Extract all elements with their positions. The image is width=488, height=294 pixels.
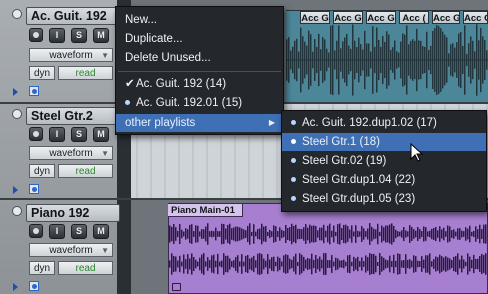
playlist-label: Ac. Guit. 192.dup1.02 (17) [302, 117, 437, 129]
clip-label[interactable]: Acc G [300, 11, 330, 24]
playlist-label: Steel Gtr.dup1.04 (22) [302, 174, 416, 186]
submenu-item-playlist[interactable]: Steel Gtr.dup1.04 (22) [282, 171, 486, 189]
other-playlists-submenu: Ac. Guit. 192.dup1.02 (17) Steel Gtr.1 (… [281, 110, 487, 212]
track-color-icon[interactable] [29, 281, 39, 291]
expand-arrow-icon[interactable] [13, 186, 18, 194]
piano-waveform [169, 223, 487, 275]
check-icon: ✔ [125, 78, 135, 90]
clip-label[interactable]: Acc ( [399, 11, 429, 24]
dyn-button[interactable]: dyn [29, 164, 55, 178]
record-button[interactable] [29, 224, 43, 238]
menu-item-new[interactable]: New... [116, 11, 283, 29]
input-monitor-button[interactable]: I [49, 28, 65, 43]
track-color-icon[interactable] [29, 184, 39, 194]
chevron-down-icon: ▼ [101, 149, 109, 158]
dyn-button[interactable]: dyn [29, 261, 55, 275]
clip-label[interactable]: Acc G [366, 11, 396, 24]
chevron-down-icon: ▼ [101, 246, 109, 255]
dyn-button[interactable]: dyn [29, 66, 55, 80]
menu-separator [118, 71, 281, 72]
mute-button[interactable]: M [93, 28, 109, 43]
clip-label[interactable]: Acc G [432, 11, 460, 24]
chevron-right-icon: ▶ [268, 118, 275, 127]
submenu-label: other playlists [125, 117, 196, 129]
input-monitor-button[interactable]: I [49, 224, 65, 239]
view-selector-label: waveform [49, 148, 93, 159]
submenu-item-playlist[interactable]: Ac. Guit. 192.dup1.02 (17) [282, 114, 486, 132]
clip-label[interactable]: Acc G [463, 11, 488, 24]
track-color-icon[interactable] [29, 86, 39, 96]
playlist-label: Steel Gtr.1 (18) [302, 136, 380, 148]
track-name-steel-gtr2[interactable]: Steel Gtr.2 [26, 107, 120, 125]
playlist-dot-icon [291, 177, 296, 182]
playlist-label: Ac. Guit. 192.01 (15) [136, 97, 243, 109]
playlist-label: Steel Gtr.02 (19) [302, 155, 387, 167]
playlist-dot-icon [291, 120, 296, 125]
mute-button[interactable]: M [93, 127, 109, 142]
playlist-menu: New... Duplicate... Delete Unused... ✔Ac… [115, 6, 284, 135]
track-view-selector[interactable]: waveform ▼ [29, 146, 113, 160]
automation-mode-selector[interactable]: read [58, 66, 113, 80]
playlist-dot-icon [125, 100, 130, 105]
track-name-piano-192[interactable]: Piano 192 [26, 204, 120, 222]
track-name-ac-guit-192[interactable]: Ac. Guit. 192 [26, 7, 120, 25]
playlist-dot-icon [291, 158, 296, 163]
menu-item-duplicate[interactable]: Duplicate... [116, 30, 283, 48]
menu-item-playlist[interactable]: Ac. Guit. 192.01 (15) [116, 94, 283, 112]
playlist-label: Steel Gtr.dup1.05 (23) [302, 193, 416, 205]
playlist-label: Ac. Guit. 192 (14) [136, 78, 227, 90]
chevron-down-icon: ▼ [101, 51, 109, 60]
track-collapse-icon[interactable] [12, 109, 22, 119]
solo-button[interactable]: S [71, 224, 87, 239]
piano-clip-label[interactable]: Piano Main-01 [168, 204, 243, 217]
playlist-dot-icon [291, 139, 296, 144]
record-button[interactable] [29, 127, 43, 141]
menu-item-delete-unused[interactable]: Delete Unused... [116, 49, 283, 67]
automation-mode-selector[interactable]: read [58, 164, 113, 178]
clip-lock-icon[interactable] [172, 283, 181, 291]
record-button[interactable] [29, 28, 43, 42]
input-monitor-button[interactable]: I [49, 127, 65, 142]
expand-arrow-icon[interactable] [13, 283, 18, 291]
track-collapse-icon[interactable] [12, 206, 22, 216]
view-selector-label: waveform [49, 245, 93, 256]
mouse-cursor-icon [410, 143, 424, 162]
clip-label[interactable]: Acc G [333, 11, 363, 24]
menu-item-other-playlists[interactable]: other playlists ▶ [116, 114, 283, 132]
mute-button[interactable]: M [93, 224, 109, 239]
view-selector-label: waveform [49, 50, 93, 61]
playlist-dot-icon [291, 196, 296, 201]
expand-arrow-icon[interactable] [13, 88, 18, 96]
track-view-selector[interactable]: waveform ▼ [29, 243, 113, 257]
ac-guit-waveform [286, 24, 488, 96]
track-view-selector[interactable]: waveform ▼ [29, 48, 113, 62]
automation-mode-selector[interactable]: read [58, 261, 113, 275]
solo-button[interactable]: S [71, 28, 87, 43]
solo-button[interactable]: S [71, 127, 87, 142]
submenu-item-playlist[interactable]: Steel Gtr.02 (19) [282, 152, 486, 170]
submenu-item-playlist[interactable]: Steel Gtr.dup1.05 (23) [282, 190, 486, 208]
submenu-item-playlist-highlighted[interactable]: Steel Gtr.1 (18) [282, 133, 486, 151]
menu-item-playlist-current[interactable]: ✔Ac. Guit. 192 (14) [116, 75, 283, 93]
track-collapse-icon[interactable] [12, 9, 22, 19]
